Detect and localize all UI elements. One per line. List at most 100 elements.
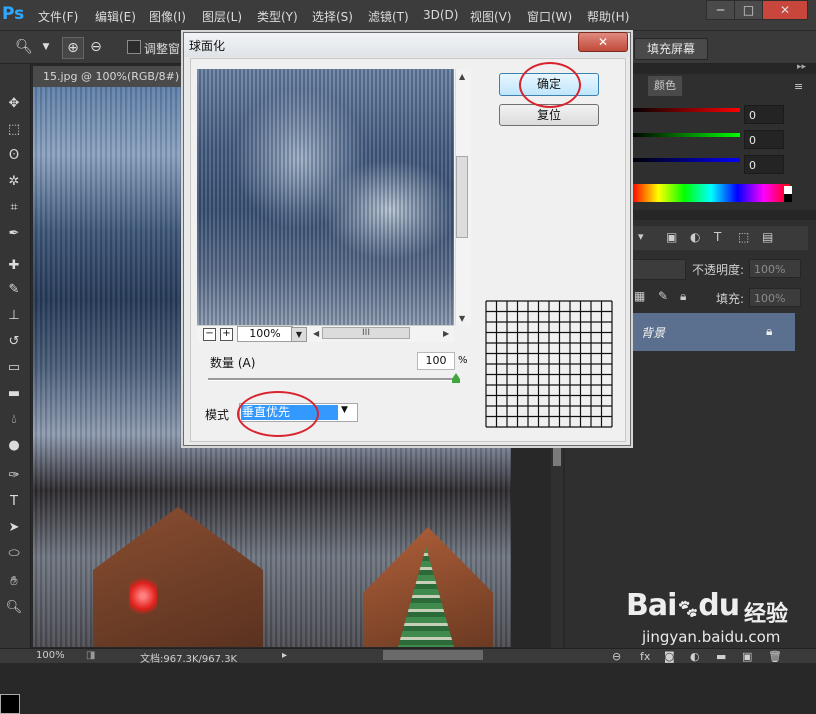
tool-preset-chevron-icon[interactable]: ▼ [36, 37, 56, 57]
menu-select[interactable]: 选择(S) [312, 8, 353, 25]
clone-stamp-tool-icon[interactable]: ⊥ [4, 306, 24, 326]
watermark-brand-part1: Bai [626, 588, 677, 623]
spectrum-black-swatch[interactable] [784, 194, 792, 202]
pen-tool-icon[interactable]: ✑ [4, 466, 24, 486]
path-selection-tool-icon[interactable]: ➤ [4, 518, 24, 538]
dodge-tool-icon[interactable]: ● [4, 436, 24, 456]
marquee-tool-icon[interactable]: ⬚ [4, 120, 24, 140]
window-maximize-button[interactable]: □ [734, 0, 763, 20]
watermark-url: jingyan.baidu.com [642, 628, 781, 646]
document-tab[interactable]: 15.jpg @ 100%(RGB/8#) [33, 66, 183, 87]
watermark-jingyan: 经验 [744, 602, 789, 627]
zoom-out-icon[interactable]: ⊖ [86, 37, 106, 57]
move-tool-icon[interactable]: ✥ [4, 94, 24, 114]
horizontal-scroll-thumb[interactable] [383, 650, 483, 660]
document-scroll-thumb[interactable] [553, 448, 561, 466]
preview-scroll-right-icon[interactable]: ▶ [443, 329, 449, 338]
zoom-tool-icon[interactable]: 🔍︎ [14, 37, 34, 57]
preview-zoom-field[interactable]: 100% [237, 326, 293, 342]
preview-horizontal-scroll-thumb[interactable]: III [322, 327, 410, 339]
color-spectrum-bar[interactable] [632, 184, 790, 202]
gradient-tool-icon[interactable]: ▬ [4, 384, 24, 404]
blue-slider-track[interactable] [632, 158, 740, 162]
healing-brush-tool-icon[interactable]: ✚ [4, 256, 24, 276]
filter-preview-image[interactable] [197, 69, 454, 325]
preview-vertical-scroll-thumb[interactable] [456, 156, 468, 238]
menu-bar: Ps 文件(F) 编辑(E) 图像(I) 图层(L) 类型(Y) 选择(S) 滤… [0, 0, 816, 31]
blue-value-field[interactable]: 0 [744, 155, 784, 174]
filter-pixel-icon[interactable]: ▣ [666, 230, 677, 244]
menu-image[interactable]: 图像(I) [149, 8, 186, 25]
ellipse-tool-icon[interactable]: ⬭ [4, 544, 24, 564]
link-layers-icon[interactable]: ⊖ [612, 650, 621, 663]
tab-color[interactable]: 颜色 [648, 76, 682, 96]
lock-all-icon[interactable]: 🔒︎ [680, 289, 686, 304]
panel-menu-icon[interactable]: ≡ [794, 80, 803, 93]
blend-mode-select[interactable] [630, 259, 686, 280]
lasso-tool-icon[interactable]: ʘ [4, 146, 24, 166]
menu-3d[interactable]: 3D(D) [423, 8, 458, 22]
menu-view[interactable]: 视图(V) [470, 8, 512, 25]
annotation-circle-ok [519, 62, 581, 108]
dialog-title: 球面化 [189, 39, 226, 53]
menu-file[interactable]: 文件(F) [38, 8, 78, 25]
fill-screen-button[interactable]: 填充屏幕 [634, 38, 708, 60]
layer-name: 背景 [641, 326, 666, 340]
canvas-red-lantern [129, 577, 157, 615]
eraser-tool-icon[interactable]: ▭ [4, 358, 24, 378]
red-slider-track[interactable] [632, 108, 740, 112]
spectrum-white-swatch[interactable] [784, 186, 792, 194]
dialog-close-button[interactable]: ✕ [578, 32, 628, 52]
history-brush-tool-icon[interactable]: ↺ [4, 332, 24, 352]
photoshop-logo: Ps [2, 4, 25, 24]
layers-filter-chevron-icon[interactable]: ▾ [638, 230, 644, 243]
magic-wand-tool-icon[interactable]: ✲ [4, 172, 24, 192]
fill-field[interactable]: 100% [749, 288, 801, 307]
amount-input[interactable]: 100 [417, 352, 455, 370]
filter-type-icon[interactable]: T [714, 230, 721, 244]
eyedropper-tool-icon[interactable]: ✒ [4, 224, 24, 244]
panel-collapse-icon[interactable]: ▸▸ [797, 62, 806, 72]
menu-window[interactable]: 窗口(W) [527, 8, 572, 25]
preview-zoom-out-button[interactable]: − [203, 328, 216, 341]
window-close-button[interactable]: ✕ [762, 0, 808, 20]
filter-adjustment-icon[interactable]: ◐ [690, 230, 700, 244]
menu-type[interactable]: 类型(Y) [257, 8, 298, 25]
red-value-field[interactable]: 0 [744, 105, 784, 124]
preview-zoom-chevron-down-icon[interactable]: ▼ [291, 327, 307, 342]
menu-edit[interactable]: 编辑(E) [95, 8, 136, 25]
menu-help[interactable]: 帮助(H) [587, 8, 629, 25]
status-arrow-icon[interactable]: ▸ [282, 650, 287, 661]
resize-windows-checkbox[interactable] [127, 40, 141, 54]
zoom-tool-small-icon[interactable]: 🔍︎ [4, 598, 24, 618]
dialog-titlebar[interactable] [184, 33, 629, 57]
type-tool-icon[interactable]: T [4, 492, 24, 512]
amount-slider-track[interactable] [208, 378, 456, 381]
status-zoom[interactable]: 100% [36, 650, 65, 661]
brush-tool-icon[interactable]: ✎ [4, 280, 24, 300]
crop-tool-icon[interactable]: ⌗ [4, 198, 24, 218]
filter-smart-object-icon[interactable]: ▤ [762, 230, 773, 244]
lock-brush-icon[interactable]: ✎ [658, 289, 668, 303]
fill-label: 填充: [716, 292, 745, 306]
preview-scroll-up-icon[interactable]: ▲ [459, 72, 465, 81]
green-value-field[interactable]: 0 [744, 130, 784, 149]
opacity-field[interactable]: 100% [749, 259, 801, 278]
lock-transparent-icon[interactable]: ▦ [634, 289, 645, 303]
window-minimize-button[interactable]: ─ [706, 0, 735, 20]
preview-zoom-in-button[interactable]: + [220, 328, 233, 341]
hand-tool-icon[interactable]: ✋︎ [4, 572, 24, 592]
resize-windows-label: 调整窗 [144, 42, 181, 56]
document-vertical-scrollbar[interactable] [551, 440, 563, 650]
mode-chevron-down-icon[interactable]: ▼ [341, 405, 348, 415]
zoom-in-icon[interactable]: ⊕ [62, 37, 84, 59]
menu-filter[interactable]: 滤镜(T) [368, 8, 409, 25]
preview-scroll-down-icon[interactable]: ▼ [459, 314, 465, 323]
filter-shape-icon[interactable]: ⬚ [738, 230, 749, 244]
menu-layer[interactable]: 图层(L) [202, 8, 242, 25]
preview-scroll-left-icon[interactable]: ◀ [313, 329, 319, 338]
green-slider-track[interactable] [632, 133, 740, 137]
foreground-color-swatch[interactable] [0, 694, 20, 714]
blur-tool-icon[interactable]: 💧︎ [4, 410, 24, 430]
layers-filter-row: ▾ ▣ ◐ T ⬚ ▤ [628, 226, 808, 250]
